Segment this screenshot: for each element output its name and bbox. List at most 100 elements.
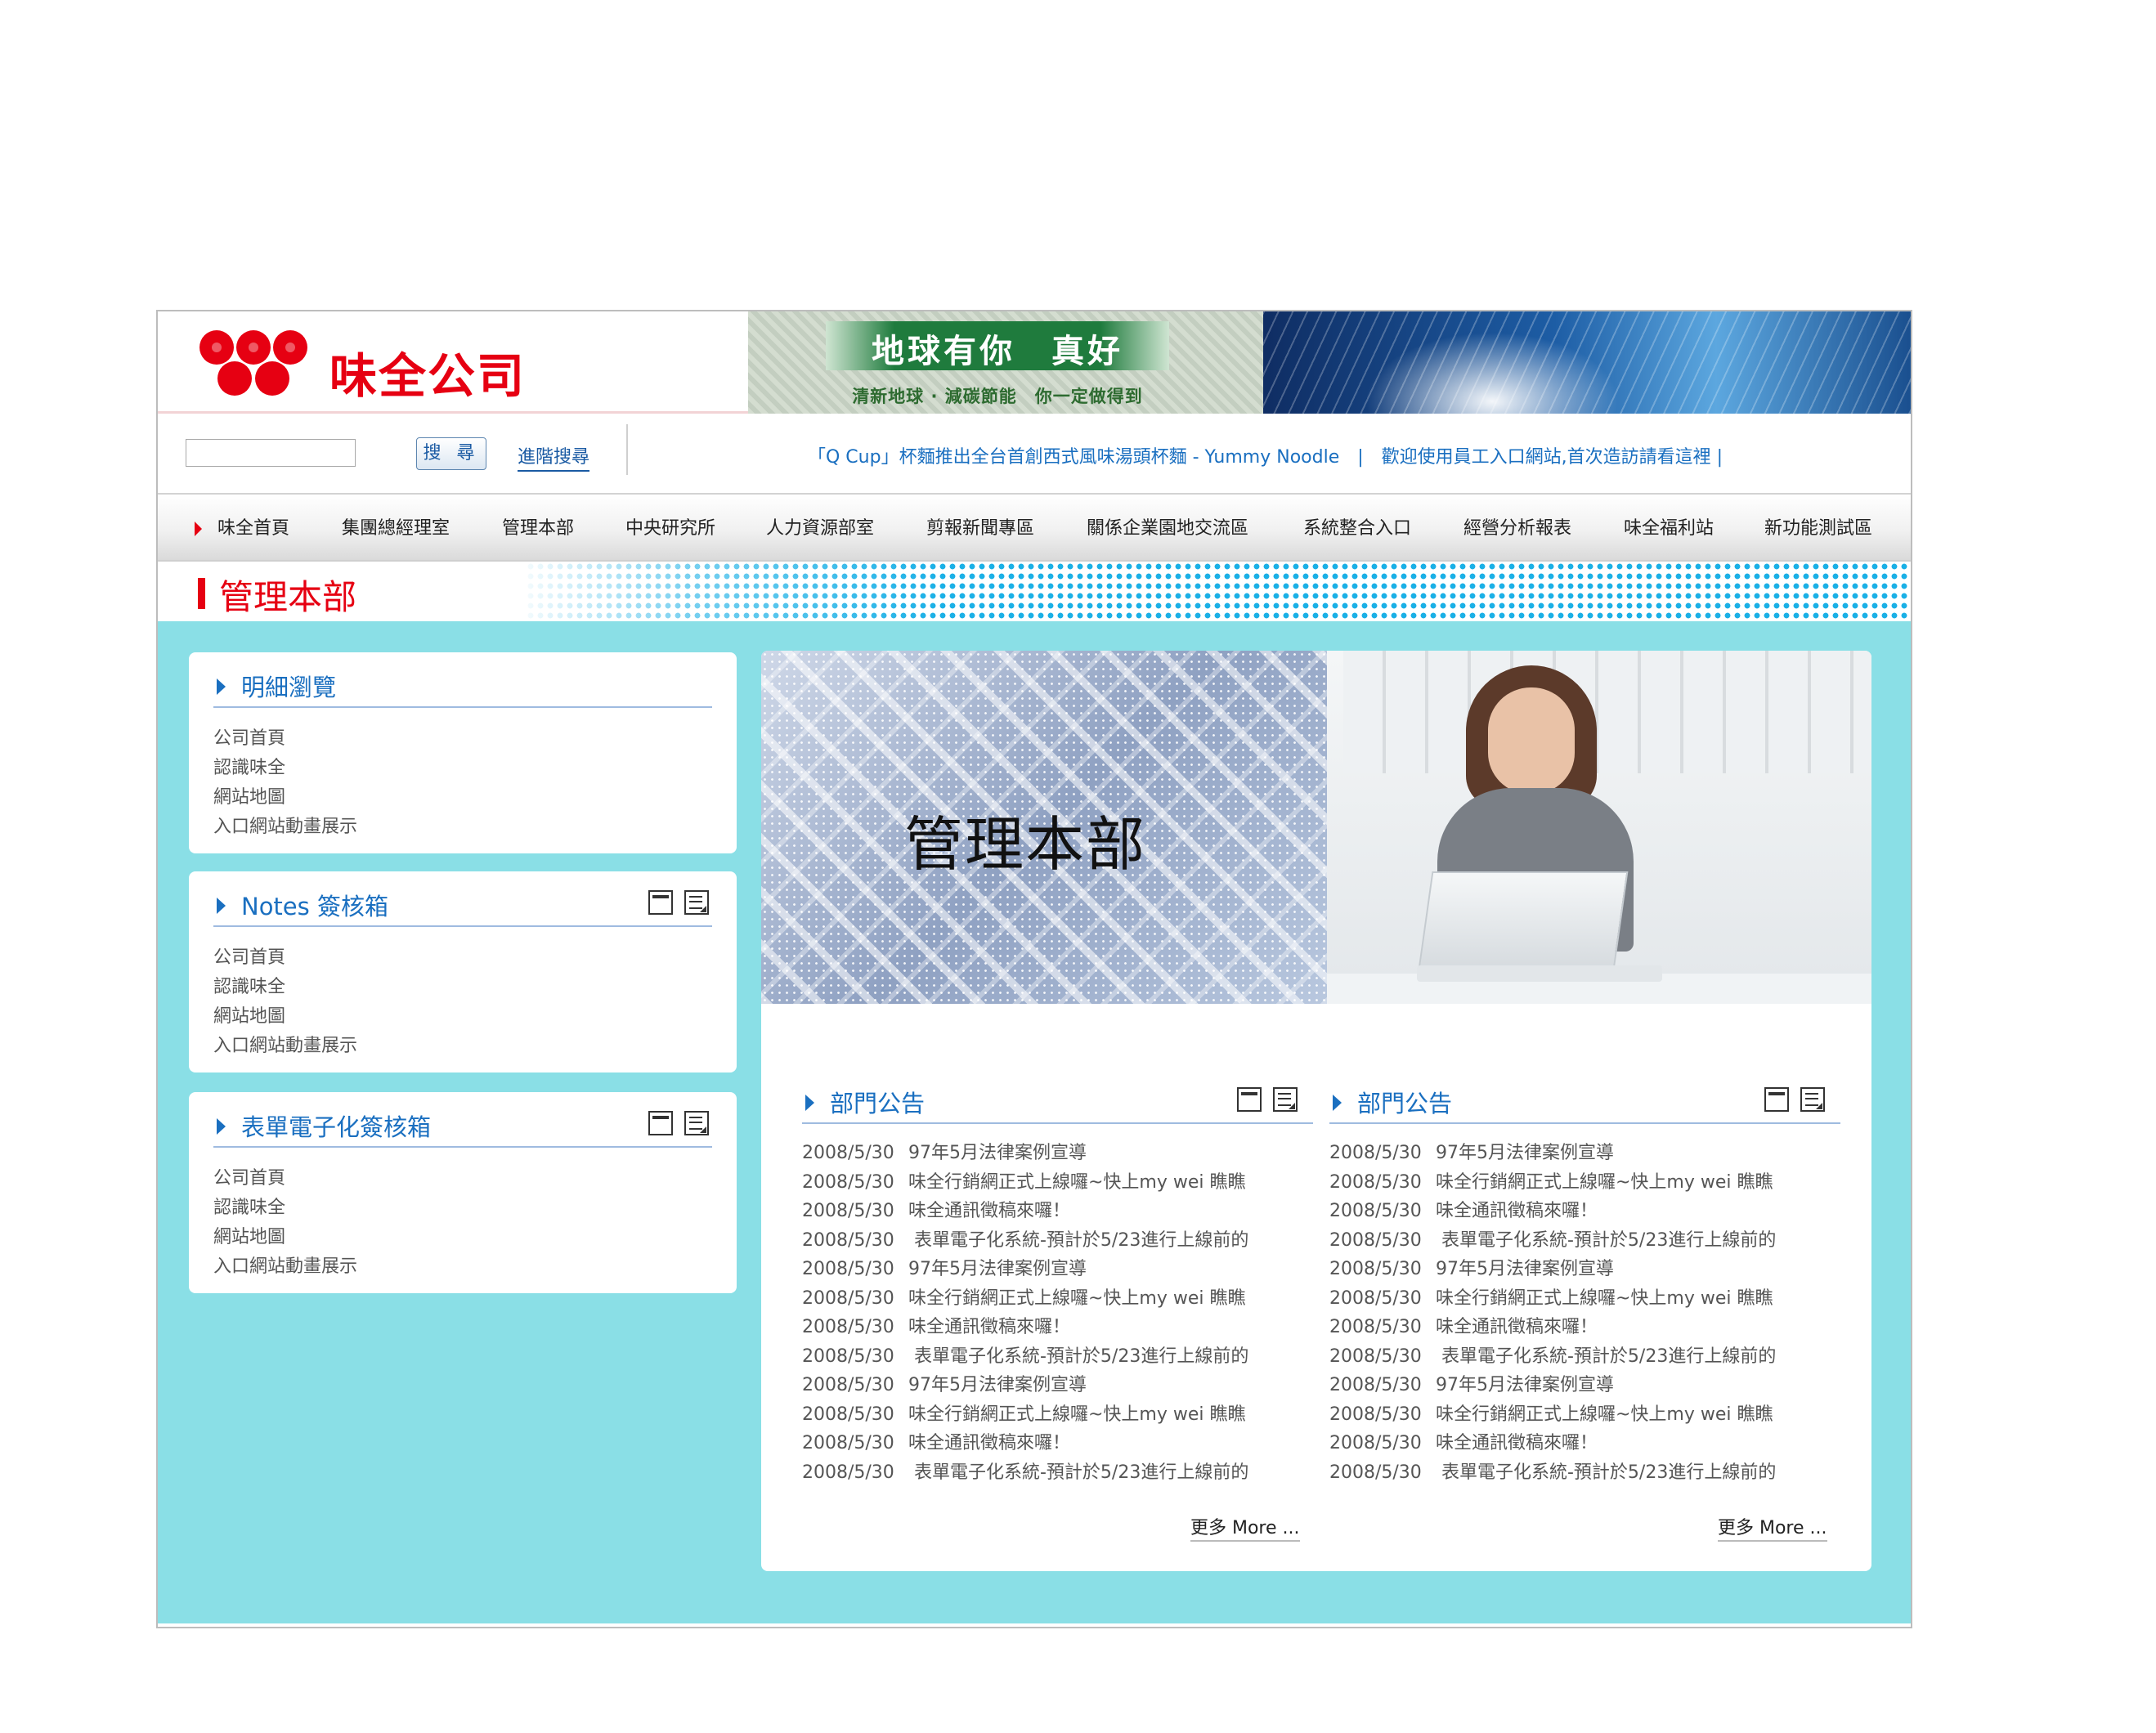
list-view-icon[interactable] bbox=[684, 890, 709, 915]
list-item[interactable]: 網站地圖 bbox=[213, 1223, 357, 1252]
minimize-icon[interactable] bbox=[648, 890, 673, 915]
logo-area[interactable]: 味全公司 bbox=[158, 311, 748, 414]
list-item[interactable]: 2008/5/30 97年5月法律案例宣導 bbox=[1329, 1139, 1776, 1168]
list-item[interactable]: 2008/5/30 味全通訊徵稿來囉！ bbox=[1329, 1197, 1776, 1226]
item-title[interactable]: 味全通訊徵稿來囉！ bbox=[908, 1201, 1070, 1221]
list-item[interactable]: 2008/5/30 味全通訊徵稿來囉！ bbox=[1329, 1429, 1776, 1458]
list-item[interactable]: 2008/5/30 味全通訊徵稿來囉！ bbox=[802, 1429, 1248, 1458]
nav-item-hr[interactable]: 人力資源部室 bbox=[766, 495, 874, 563]
list-item[interactable]: 公司首頁 bbox=[213, 724, 357, 754]
item-title[interactable]: 表單電子化系統-預計於5/23進行上線前的 bbox=[908, 1230, 1248, 1251]
minimize-icon[interactable] bbox=[1237, 1087, 1262, 1112]
list-item[interactable]: 入口網站動畫展示 bbox=[213, 1032, 357, 1061]
item-title[interactable]: 97年5月法律案例宣導 bbox=[1436, 1375, 1614, 1395]
list-item[interactable]: 公司首頁 bbox=[213, 1164, 357, 1193]
minimize-icon[interactable] bbox=[648, 1111, 673, 1135]
nav-item-news-clippings[interactable]: 剪報新聞專區 bbox=[926, 495, 1034, 563]
main-panel: 管理本部 部門公告 2008/5/30 97年5月法律案例宣導 2008/5/3… bbox=[761, 651, 1871, 1571]
list-item[interactable]: 2008/5/30 表單電子化系統-預計於5/23進行上線前的 bbox=[1329, 1342, 1776, 1372]
list-item[interactable]: 認識味全 bbox=[213, 973, 357, 1002]
list-item[interactable]: 2008/5/30 表單電子化系統-預計於5/23進行上線前的 bbox=[802, 1342, 1248, 1372]
item-title[interactable]: 表單電子化系統-預計於5/23進行上線前的 bbox=[1436, 1230, 1776, 1251]
portal-frame: 味全公司 地球有你 真好 清新地球 · 減碳節能 你一定做得到 搜 尋 進階搜尋… bbox=[156, 310, 1912, 1628]
panel-header: 部門公告 bbox=[1329, 1083, 1840, 1124]
list-view-icon[interactable] bbox=[1800, 1087, 1825, 1112]
search-input[interactable] bbox=[186, 439, 356, 467]
item-title[interactable]: 味全行銷網正式上線囉~快上my wei 瞧瞧 bbox=[908, 1172, 1246, 1193]
list-view-icon[interactable] bbox=[684, 1111, 709, 1135]
list-item[interactable]: 2008/5/30 表單電子化系統-預計於5/23進行上線前的 bbox=[1329, 1226, 1776, 1256]
list-item[interactable]: 2008/5/30 味全行銷網正式上線囉~快上my wei 瞧瞧 bbox=[1329, 1168, 1776, 1198]
list-item[interactable]: 2008/5/30 97年5月法律案例宣導 bbox=[802, 1255, 1248, 1284]
list-item[interactable]: 認識味全 bbox=[213, 754, 357, 783]
news-ticker[interactable]: 「Q Cup」杯麵推出全台首創西式風味湯頭杯麵 - Yummy Noodle |… bbox=[808, 442, 1723, 468]
nav-item-beta-features[interactable]: 新功能測試區 bbox=[1764, 495, 1872, 563]
list-view-icon[interactable] bbox=[1273, 1087, 1298, 1112]
item-title[interactable]: 97年5月法律案例宣導 bbox=[1436, 1143, 1614, 1163]
more-link-right[interactable]: 更多 More ... bbox=[1718, 1513, 1827, 1542]
list-item[interactable]: 認識味全 bbox=[213, 1193, 357, 1223]
nav-item-welfare[interactable]: 味全福利站 bbox=[1624, 495, 1714, 563]
list-item[interactable]: 2008/5/30 味全通訊徵稿來囉！ bbox=[1329, 1313, 1776, 1342]
item-date: 2008/5/30 bbox=[802, 1375, 894, 1395]
item-title[interactable]: 表單電子化系統-預計於5/23進行上線前的 bbox=[908, 1462, 1248, 1483]
item-title[interactable]: 味全通訊徵稿來囉！ bbox=[1436, 1433, 1598, 1453]
nav-item-system-integration[interactable]: 系統整合入口 bbox=[1303, 495, 1411, 563]
nav-item-management[interactable]: 管理本部 bbox=[502, 495, 574, 563]
item-title[interactable]: 97年5月法律案例宣導 bbox=[908, 1143, 1087, 1163]
item-date: 2008/5/30 bbox=[1329, 1143, 1422, 1163]
item-title[interactable]: 味全通訊徵稿來囉！ bbox=[1436, 1201, 1598, 1221]
list-item[interactable]: 2008/5/30 97年5月法律案例宣導 bbox=[802, 1139, 1248, 1168]
eco-banner[interactable]: 地球有你 真好 清新地球 · 減碳節能 你一定做得到 bbox=[748, 311, 1263, 414]
item-title[interactable]: 97年5月法律案例宣導 bbox=[908, 1259, 1087, 1279]
item-title[interactable]: 味全行銷網正式上線囉~快上my wei 瞧瞧 bbox=[1436, 1404, 1773, 1425]
item-title[interactable]: 表單電子化系統-預計於5/23進行上線前的 bbox=[908, 1346, 1248, 1367]
list-item[interactable]: 2008/5/30 味全行銷網正式上線囉~快上my wei 瞧瞧 bbox=[1329, 1284, 1776, 1314]
list-item[interactable]: 網站地圖 bbox=[213, 1002, 357, 1032]
item-title[interactable]: 味全行銷網正式上線囉~快上my wei 瞧瞧 bbox=[1436, 1172, 1773, 1193]
item-title[interactable]: 味全通訊徵稿來囉！ bbox=[908, 1433, 1070, 1453]
list-item[interactable]: 2008/5/30 味全行銷網正式上線囉~快上my wei 瞧瞧 bbox=[1329, 1400, 1776, 1430]
item-title[interactable]: 味全行銷網正式上線囉~快上my wei 瞧瞧 bbox=[1436, 1288, 1773, 1309]
item-title[interactable]: 味全通訊徵稿來囉！ bbox=[908, 1317, 1070, 1337]
list-item[interactable]: 2008/5/30 表單電子化系統-預計於5/23進行上線前的 bbox=[802, 1458, 1248, 1488]
list-item[interactable]: 2008/5/30 味全行銷網正式上線囉~快上my wei 瞧瞧 bbox=[802, 1400, 1248, 1430]
item-title[interactable]: 97年5月法律案例宣導 bbox=[1436, 1259, 1614, 1279]
item-title[interactable]: 表單電子化系統-預計於5/23進行上線前的 bbox=[1436, 1346, 1776, 1367]
item-title[interactable]: 表單電子化系統-預計於5/23進行上線前的 bbox=[1436, 1462, 1776, 1483]
nav-item-gm-office[interactable]: 集團總經理室 bbox=[342, 495, 450, 563]
nav-item-affiliates[interactable]: 關係企業園地交流區 bbox=[1087, 495, 1248, 563]
nav-active-arrow-icon bbox=[195, 522, 202, 536]
list-item[interactable]: 2008/5/30 97年5月法律案例宣導 bbox=[802, 1371, 1248, 1400]
nav-item-business-reports[interactable]: 經營分析報表 bbox=[1463, 495, 1571, 563]
panel-title: 部門公告 bbox=[830, 1090, 926, 1117]
more-link-left[interactable]: 更多 More ... bbox=[1190, 1513, 1300, 1542]
list-item[interactable]: 2008/5/30 味全行銷網正式上線囉~快上my wei 瞧瞧 bbox=[802, 1168, 1248, 1198]
office-window-background bbox=[1343, 651, 1871, 773]
list-item[interactable]: 公司首頁 bbox=[213, 943, 357, 973]
minimize-icon[interactable] bbox=[1764, 1087, 1789, 1112]
link-list: 公司首頁 認識味全 網站地圖 入口網站動畫展示 bbox=[213, 1164, 357, 1282]
sidebar-box-detail-browse: 明細瀏覽 公司首頁 認識味全 網站地圖 入口網站動畫展示 bbox=[189, 652, 737, 853]
list-item[interactable]: 2008/5/30 味全通訊徵稿來囉！ bbox=[802, 1197, 1248, 1226]
hero-office-photo bbox=[1327, 651, 1871, 1004]
list-item[interactable]: 入口網站動畫展示 bbox=[213, 1252, 357, 1282]
list-item[interactable]: 2008/5/30 97年5月法律案例宣導 bbox=[1329, 1255, 1776, 1284]
list-item[interactable]: 網站地圖 bbox=[213, 783, 357, 813]
item-title[interactable]: 味全通訊徵稿來囉！ bbox=[1436, 1317, 1598, 1337]
nav-item-research[interactable]: 中央研究所 bbox=[625, 495, 715, 563]
advanced-search-link[interactable]: 進階搜尋 bbox=[518, 442, 590, 472]
item-title[interactable]: 味全行銷網正式上線囉~快上my wei 瞧瞧 bbox=[908, 1404, 1246, 1425]
item-title[interactable]: 97年5月法律案例宣導 bbox=[908, 1375, 1087, 1395]
item-title[interactable]: 味全行銷網正式上線囉~快上my wei 瞧瞧 bbox=[908, 1288, 1246, 1309]
panel-title: 部門公告 bbox=[1357, 1090, 1453, 1117]
list-item[interactable]: 2008/5/30 味全通訊徵稿來囉！ bbox=[802, 1313, 1248, 1342]
list-item[interactable]: 2008/5/30 表單電子化系統-預計於5/23進行上線前的 bbox=[1329, 1458, 1776, 1488]
hero-title: 管理本部 bbox=[904, 810, 1147, 879]
list-item[interactable]: 2008/5/30 97年5月法律案例宣導 bbox=[1329, 1371, 1776, 1400]
search-button[interactable]: 搜 尋 bbox=[416, 437, 486, 470]
list-item[interactable]: 2008/5/30 味全行銷網正式上線囉~快上my wei 瞧瞧 bbox=[802, 1284, 1248, 1314]
list-item[interactable]: 2008/5/30 表單電子化系統-預計於5/23進行上線前的 bbox=[802, 1226, 1248, 1256]
list-item[interactable]: 入口網站動畫展示 bbox=[213, 813, 357, 842]
nav-item-home[interactable]: 味全首頁 bbox=[217, 495, 289, 563]
